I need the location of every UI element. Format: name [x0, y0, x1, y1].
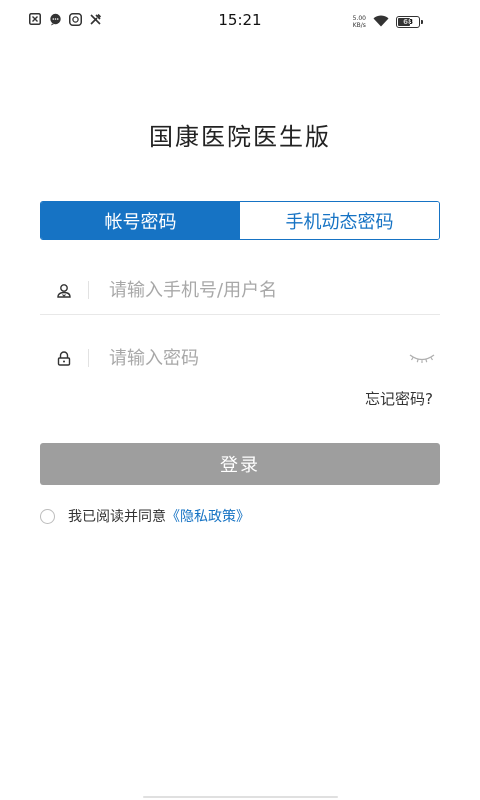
battery-level: 68 — [403, 17, 413, 26]
field-divider — [88, 281, 89, 299]
home-indicator[interactable] — [143, 796, 338, 798]
system-indicators: 5.00 KB/s 68 — [353, 12, 423, 31]
tab-account-password[interactable]: 帐号密码 — [41, 202, 240, 239]
user-icon — [56, 282, 72, 298]
username-row — [40, 266, 440, 315]
agree-checkbox[interactable] — [40, 508, 55, 524]
password-input[interactable] — [109, 347, 408, 369]
network-speed: 5.00 KB/s — [353, 15, 366, 29]
username-input[interactable] — [109, 279, 440, 301]
wifi-icon — [373, 12, 389, 31]
network-speed-unit: KB/s — [352, 21, 366, 29]
tab-sms-code[interactable]: 手机动态密码 — [240, 202, 439, 239]
status-bar: 15:21 5.00 KB/s 68 — [0, 0, 480, 40]
privacy-agreement: 我已阅读并同意 《隐私政策》 — [40, 506, 250, 526]
lock-icon — [56, 350, 72, 366]
eye-closed-icon[interactable] — [408, 350, 436, 366]
agree-text: 我已阅读并同意 — [68, 509, 166, 525]
privacy-policy-link[interactable]: 《隐私政策》 — [166, 506, 250, 526]
login-method-tabs: 帐号密码 手机动态密码 — [40, 201, 440, 240]
password-row — [40, 334, 440, 382]
login-button[interactable]: 登录 — [40, 443, 440, 485]
forgot-password-link[interactable]: 忘记密码? — [365, 388, 433, 409]
field-divider — [88, 349, 89, 367]
page-title: 国康医院医生版 — [149, 123, 331, 151]
network-speed-value: 5.00 — [352, 14, 366, 22]
battery-icon: 68 — [396, 15, 423, 28]
